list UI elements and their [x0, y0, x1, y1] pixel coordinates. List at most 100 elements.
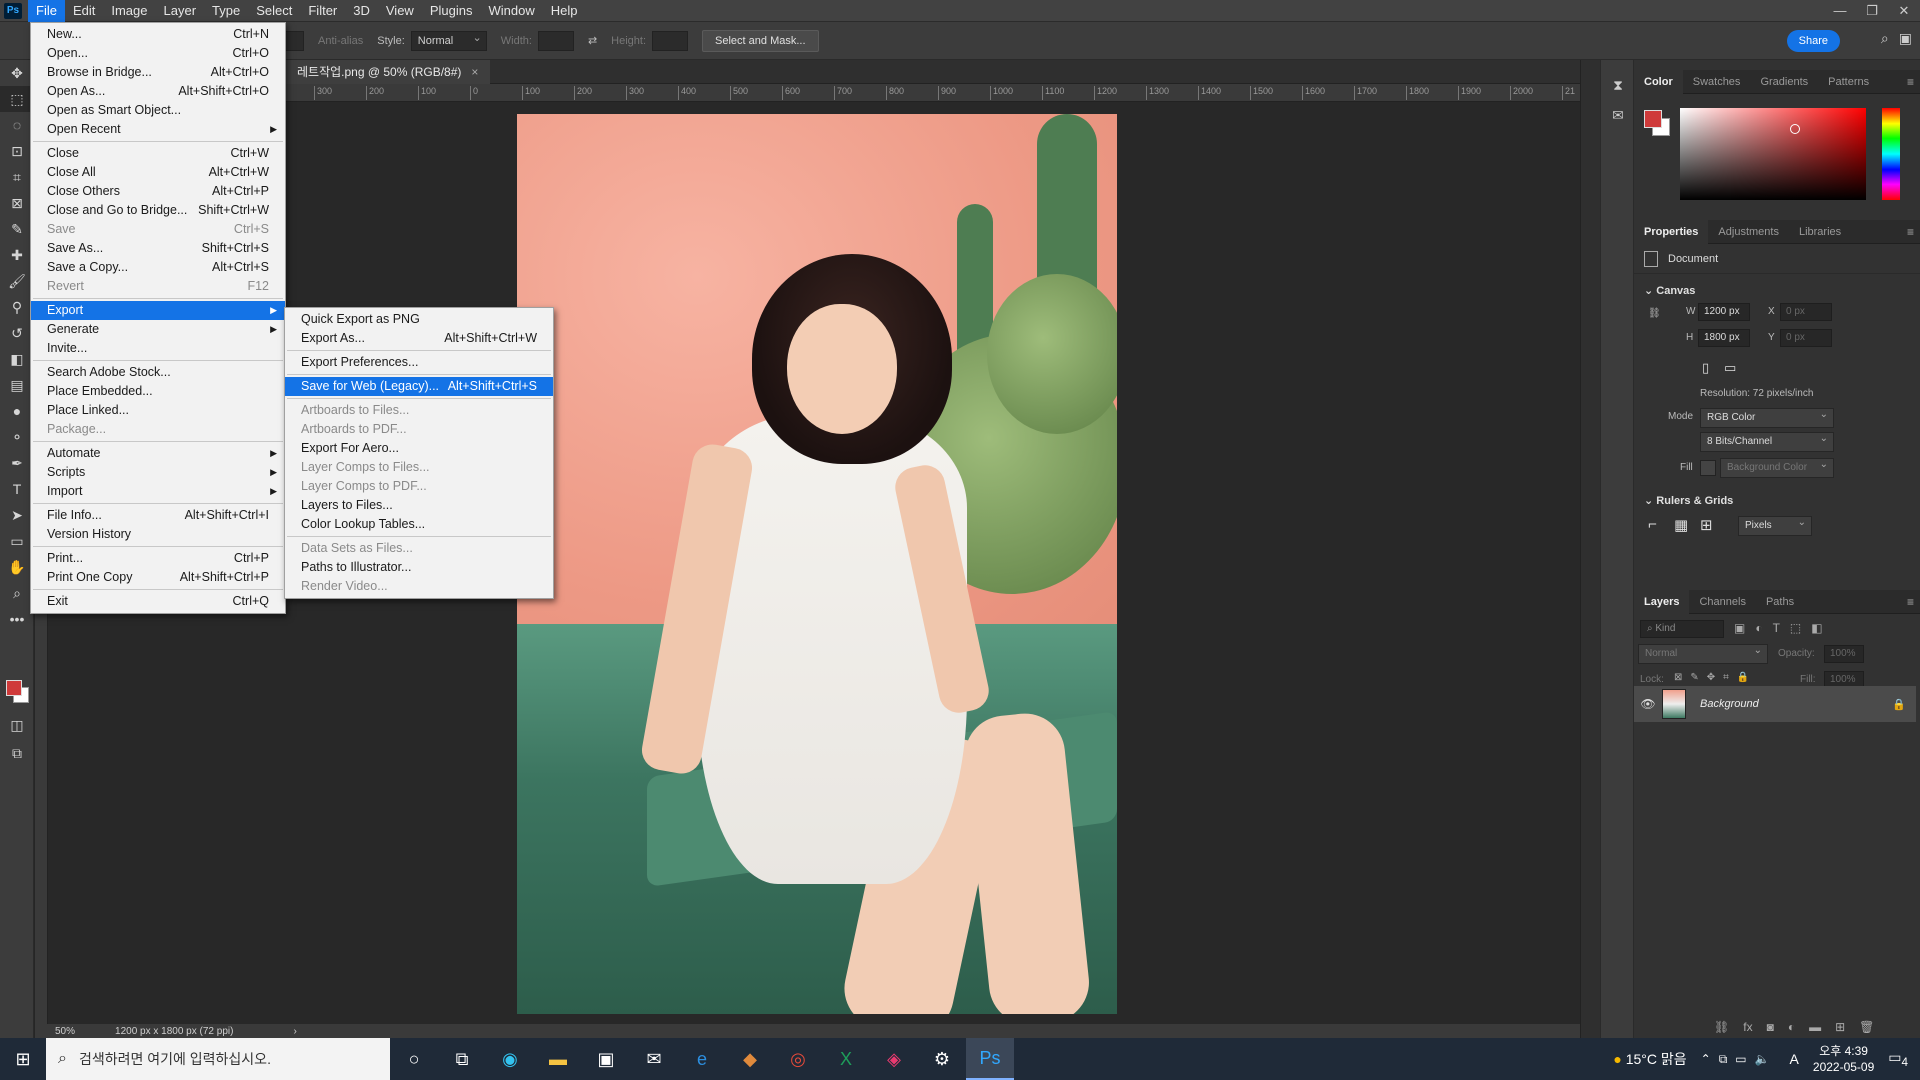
store-icon[interactable]: ▣: [582, 1038, 630, 1080]
layer-kind-filter[interactable]: ⌕ Kind: [1640, 620, 1724, 638]
screen-mode-icon[interactable]: ⧉: [0, 740, 34, 766]
opacity-input[interactable]: 100%: [1824, 645, 1864, 663]
menu-item-save-for-web-legacy[interactable]: Save for Web (Legacy)... Alt+Shift+Ctrl+S: [285, 377, 553, 396]
canvas-y-input[interactable]: 0 px: [1780, 329, 1832, 347]
taskbar-search[interactable]: ⌕ 검색하려면 여기에 입력하십시오.: [46, 1038, 390, 1080]
menu-item-invite[interactable]: Invite...: [31, 339, 285, 358]
object-select-tool-icon[interactable]: ⊡: [0, 138, 34, 164]
lasso-tool-icon[interactable]: ◌: [0, 112, 34, 138]
menu-item-automate[interactable]: Automate ▶: [31, 444, 285, 463]
marquee-tool-icon[interactable]: ⬚: [0, 86, 34, 112]
menu-item-close[interactable]: Close Ctrl+W: [31, 144, 285, 163]
menu-item-open-recent[interactable]: Open Recent ▶: [31, 120, 285, 139]
menu-item-file-info[interactable]: File Info... Alt+Shift+Ctrl+I: [31, 506, 285, 525]
panel-menu-icon[interactable]: ≡: [1907, 590, 1914, 614]
eye-icon[interactable]: 👁: [1634, 697, 1662, 711]
menu-item-close-and-go-to-bridge[interactable]: Close and Go to Bridge... Shift+Ctrl+W: [31, 201, 285, 220]
ruler-toggle-icon[interactable]: ⌐: [1648, 516, 1657, 533]
photoshop-taskbar-icon[interactable]: Ps: [966, 1038, 1014, 1080]
color-picker-cursor[interactable]: [1790, 124, 1800, 134]
close-tab-icon[interactable]: ×: [471, 60, 478, 84]
cortana-icon[interactable]: ○: [390, 1038, 438, 1080]
document-tab[interactable]: 레트작업.png @ 50% (RGB/8#) ×: [285, 60, 491, 84]
menu-item-new[interactable]: New... Ctrl+N: [31, 25, 285, 44]
notification-icon[interactable]: ▭4: [1888, 1049, 1908, 1069]
zoom-tool-icon[interactable]: ⌕: [0, 580, 34, 606]
share-button[interactable]: Share: [1786, 30, 1840, 52]
quick-mask-icon[interactable]: ◫: [0, 712, 34, 738]
tab-channels[interactable]: Channels: [1689, 590, 1755, 614]
menu-item-quick-export-as-png[interactable]: Quick Export as PNG: [285, 310, 553, 329]
landscape-icon[interactable]: ▭: [1724, 360, 1736, 376]
menu-item-generate[interactable]: Generate ▶: [31, 320, 285, 339]
link-layers-icon[interactable]: ⛓: [1714, 1020, 1729, 1034]
guides-toggle-icon[interactable]: ⊞: [1700, 516, 1713, 534]
color-picker-field[interactable]: [1680, 108, 1866, 200]
hue-slider[interactable]: [1882, 108, 1900, 200]
menu-item-open-as[interactable]: Open As... Alt+Shift+Ctrl+O: [31, 82, 285, 101]
menu-item-export[interactable]: Export ▶: [31, 301, 285, 320]
delete-layer-icon[interactable]: 🗑: [1859, 1020, 1874, 1034]
fill-swatch[interactable]: [1700, 460, 1716, 476]
blur-tool-icon[interactable]: ●: [0, 398, 34, 424]
menu-item-search-adobe-stock[interactable]: Search Adobe Stock...: [31, 363, 285, 382]
stamp-tool-icon[interactable]: ⚲: [0, 294, 34, 320]
bits-select[interactable]: 8 Bits/Channel: [1700, 430, 1834, 452]
menu-file[interactable]: File: [28, 0, 65, 22]
tab-paths[interactable]: Paths: [1756, 590, 1804, 614]
menu-item-export-for-aero[interactable]: Export For Aero...: [285, 439, 553, 458]
menu-item-import[interactable]: Import ▶: [31, 482, 285, 501]
mail-icon[interactable]: ✉: [630, 1038, 678, 1080]
restore-icon[interactable]: ❐: [1856, 0, 1888, 22]
menu-help[interactable]: Help: [543, 0, 586, 22]
path-select-tool-icon[interactable]: ➤: [0, 502, 34, 528]
menu-item-save-a-copy[interactable]: Save a Copy... Alt+Ctrl+S: [31, 258, 285, 277]
grid-toggle-icon[interactable]: ▦: [1674, 516, 1688, 534]
menu-item-browse-in-bridge[interactable]: Browse in Bridge... Alt+Ctrl+O: [31, 63, 285, 82]
workspace-icon[interactable]: ▣: [1899, 30, 1912, 47]
menu-layer[interactable]: Layer: [156, 0, 205, 22]
type-tool-icon[interactable]: T: [0, 476, 34, 502]
creative-cloud-icon[interactable]: ◈: [870, 1038, 918, 1080]
menu-item-color-lookup-tables[interactable]: Color Lookup Tables...: [285, 515, 553, 534]
canvas-width-input[interactable]: 1200 px: [1698, 303, 1750, 321]
menu-item-export-as[interactable]: Export As... Alt+Shift+Ctrl+W: [285, 329, 553, 348]
blend-mode-select[interactable]: Normal: [1638, 642, 1768, 664]
settings-icon[interactable]: ⚙: [918, 1038, 966, 1080]
layer-row-background[interactable]: 👁 Background 🔒: [1634, 686, 1916, 722]
canvas-x-input[interactable]: 0 px: [1780, 303, 1832, 321]
menu-item-save-as[interactable]: Save As... Shift+Ctrl+S: [31, 239, 285, 258]
menu-select[interactable]: Select: [248, 0, 300, 22]
lock-icon[interactable]: 🔒: [1892, 698, 1916, 711]
tab-swatches[interactable]: Swatches: [1683, 70, 1751, 94]
close-icon[interactable]: ✕: [1888, 0, 1920, 22]
menu-item-paths-to-illustrator[interactable]: Paths to Illustrator...: [285, 558, 553, 577]
fx-icon[interactable]: fx: [1743, 1020, 1752, 1034]
menu-filter[interactable]: Filter: [300, 0, 345, 22]
lock-icons[interactable]: ⊠✎✥⌗🔒: [1674, 672, 1757, 683]
hand-tool-icon[interactable]: ✋: [0, 554, 34, 580]
menu-item-place-embedded[interactable]: Place Embedded...: [31, 382, 285, 401]
dodge-tool-icon[interactable]: ⚬: [0, 424, 34, 450]
move-tool-icon[interactable]: ✥: [0, 60, 34, 86]
shape-tool-icon[interactable]: ▭: [0, 528, 34, 554]
canvas-height-input[interactable]: 1800 px: [1698, 329, 1750, 347]
portrait-icon[interactable]: ▯: [1702, 360, 1709, 376]
menu-3d[interactable]: 3D: [345, 0, 378, 22]
panel-menu-icon[interactable]: ≡: [1907, 220, 1914, 244]
menu-edit[interactable]: Edit: [65, 0, 103, 22]
healing-tool-icon[interactable]: ✚: [0, 242, 34, 268]
brush-tool-icon[interactable]: 🖌: [0, 268, 34, 294]
tab-color[interactable]: Color: [1634, 69, 1683, 94]
canvas-vertical-scroll[interactable]: [1580, 60, 1600, 1038]
tab-properties[interactable]: Properties: [1634, 219, 1709, 244]
weather-widget[interactable]: ● 15°C 맑음: [1613, 1049, 1686, 1069]
adjustment-layer-icon[interactable]: ◐: [1788, 1020, 1795, 1034]
chrome-icon[interactable]: ◎: [774, 1038, 822, 1080]
history-panel-icon[interactable]: ⧗: [1601, 70, 1635, 100]
swap-icon[interactable]: ⇄: [588, 34, 597, 47]
menu-item-open-as-smart-object[interactable]: Open as Smart Object...: [31, 101, 285, 120]
minimize-icon[interactable]: —: [1824, 0, 1856, 22]
menu-window[interactable]: Window: [480, 0, 542, 22]
tab-gradients[interactable]: Gradients: [1750, 70, 1818, 94]
